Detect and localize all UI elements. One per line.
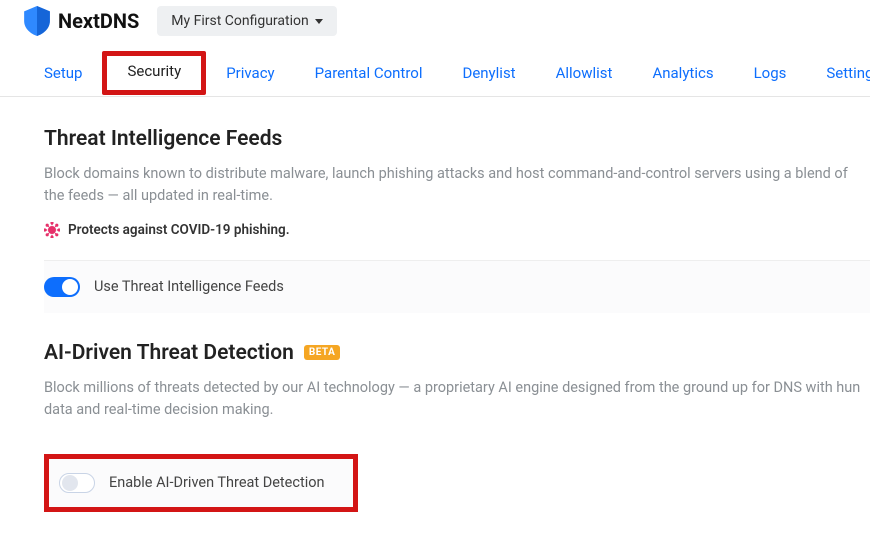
header: NextDNS My First Configuration	[0, 0, 870, 36]
toggle-label-threat-feeds: Use Threat Intelligence Feeds	[94, 278, 284, 295]
section-title-threat-feeds: Threat Intelligence Feeds	[44, 127, 870, 151]
config-selector[interactable]: My First Configuration	[157, 6, 336, 36]
tab-denylist[interactable]: Denylist	[442, 54, 535, 96]
tab-analytics[interactable]: Analytics	[632, 54, 733, 96]
chevron-down-icon	[315, 19, 323, 24]
covid-note-text: Protects against COVID-19 phishing.	[68, 222, 290, 238]
content: Threat Intelligence Feeds Block domains …	[0, 97, 870, 512]
logo[interactable]: NextDNS	[24, 6, 139, 36]
tab-allowlist[interactable]: Allowlist	[536, 54, 633, 96]
section-desc-threat-feeds: Block domains known to distribute malwar…	[44, 163, 870, 208]
beta-badge: BETA	[304, 345, 341, 360]
toggle-ai-threat[interactable]	[59, 473, 95, 493]
tab-logs[interactable]: Logs	[734, 54, 807, 96]
toggle-knob	[62, 475, 78, 491]
section-title-ai-threat-text: AI-Driven Threat Detection	[44, 341, 294, 365]
section-threat-feeds: Threat Intelligence Feeds Block domains …	[44, 127, 870, 313]
toggle-knob	[62, 279, 78, 295]
brand-name: NextDNS	[58, 9, 139, 33]
shield-icon	[24, 6, 50, 36]
tab-settings[interactable]: Settings	[806, 54, 870, 96]
virus-icon	[44, 222, 60, 238]
section-ai-threat: AI-Driven Threat Detection BETA Block mi…	[44, 341, 870, 512]
toggle-row-ai-threat: Enable AI-Driven Threat Detection	[44, 454, 358, 512]
config-selector-label: My First Configuration	[171, 13, 308, 29]
section-title-ai-threat: AI-Driven Threat Detection BETA	[44, 341, 870, 365]
covid-note: Protects against COVID-19 phishing.	[44, 222, 870, 238]
toggle-threat-feeds[interactable]	[44, 277, 80, 297]
tab-security[interactable]: Security	[102, 51, 206, 95]
tab-setup[interactable]: Setup	[24, 54, 102, 96]
toggle-label-ai-threat: Enable AI-Driven Threat Detection	[109, 474, 325, 491]
tab-privacy[interactable]: Privacy	[206, 54, 294, 96]
section-desc-ai-threat: Block millions of threats detected by ou…	[44, 377, 870, 422]
toggle-row-threat-feeds: Use Threat Intelligence Feeds	[44, 260, 870, 313]
tabs: Setup Security Privacy Parental Control …	[0, 36, 870, 97]
tab-parental-control[interactable]: Parental Control	[295, 54, 443, 96]
